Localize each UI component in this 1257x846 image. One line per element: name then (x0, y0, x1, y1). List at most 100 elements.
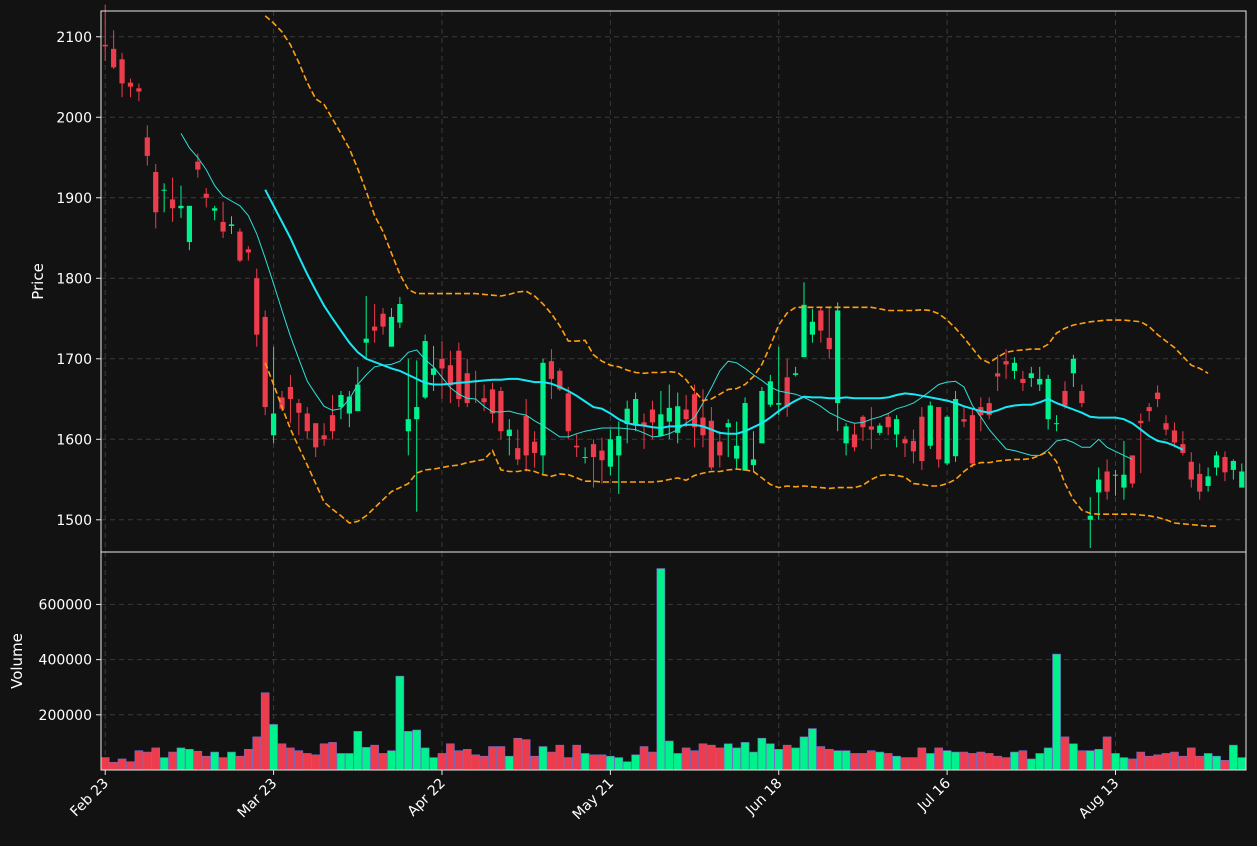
candle-body (245, 249, 251, 253)
candle-body (1154, 392, 1161, 400)
volume-bar (269, 724, 278, 771)
candle-body (818, 310, 824, 331)
candle-body (397, 304, 403, 323)
candle-body (540, 362, 546, 456)
volume-bar (429, 757, 438, 771)
candle-body (1079, 390, 1085, 404)
candle-body (228, 224, 235, 226)
volume-bar (580, 753, 590, 771)
volume-bar (361, 747, 371, 771)
candle-body (1020, 378, 1026, 383)
volume-bar (900, 757, 910, 771)
volume-bar (951, 751, 960, 771)
volume-bar (505, 755, 514, 771)
volume-bar (681, 747, 691, 771)
volume-bar (993, 755, 1002, 771)
candle-body (1003, 361, 1009, 365)
volume-bar (471, 754, 480, 771)
candle-body (919, 416, 925, 462)
volume-bar (850, 753, 859, 771)
candle-body (843, 426, 849, 444)
candle-body (868, 426, 874, 430)
price-tick-label: 2100 (56, 30, 92, 46)
candle-body (734, 445, 740, 459)
candle-body (750, 459, 757, 466)
candle-body (144, 137, 150, 156)
volume-tick-label: 200000 (39, 708, 92, 724)
volume-bar (370, 744, 379, 771)
volume-bar (774, 749, 784, 771)
volume-bar (1128, 758, 1137, 771)
candle-body (531, 441, 538, 453)
candle-body (893, 419, 900, 435)
volume-bar (614, 757, 624, 771)
candle-body (1146, 407, 1152, 412)
volume-bar (446, 743, 455, 771)
candle-body (767, 381, 773, 405)
candle-body (675, 406, 681, 433)
candle-body (262, 316, 268, 408)
volume-bar (547, 751, 556, 771)
volume-bar (387, 750, 396, 771)
volume-bar (968, 753, 977, 771)
volume-bar (732, 747, 741, 771)
candle-body (809, 321, 816, 335)
volume-bar (824, 749, 834, 771)
volume-bar (328, 742, 337, 771)
volume-bar (210, 751, 219, 771)
candle-body (338, 395, 344, 408)
volume-bar (319, 743, 329, 771)
volume-bar (218, 757, 228, 771)
candle-body (902, 439, 908, 444)
volume-bar (412, 729, 422, 771)
candle-body (666, 407, 672, 422)
volume-bar (1043, 747, 1053, 771)
volume-bar (1111, 753, 1120, 771)
volume-bar (1035, 753, 1045, 771)
volume-bar (521, 739, 531, 771)
candle-body (590, 444, 597, 458)
volume-bar (1069, 743, 1078, 771)
candle-body (910, 440, 917, 452)
volume-bar (1144, 755, 1154, 771)
volume-bar (1186, 747, 1196, 771)
candle-body (195, 161, 201, 170)
price-tick-label: 1700 (56, 352, 92, 368)
candle-body (961, 419, 967, 422)
candle-body (944, 416, 950, 464)
volume-bar (201, 755, 211, 771)
volume-bar (1010, 751, 1019, 771)
volume-bar (252, 736, 262, 771)
candle-body (1096, 479, 1102, 493)
candle-body (1062, 390, 1068, 406)
candle-body (742, 403, 748, 471)
volume-bar (168, 751, 177, 771)
candle-body (1087, 515, 1093, 520)
candle-body (936, 407, 942, 460)
candle-body (1129, 455, 1135, 484)
volume-bar (875, 751, 885, 771)
candle-body (1121, 474, 1127, 488)
candle-body (329, 415, 336, 432)
volume-bar (984, 753, 994, 771)
volume-bar (648, 751, 657, 771)
volume-bar (159, 757, 169, 771)
volume-bar (917, 747, 927, 771)
candle-body (178, 205, 184, 209)
candle-body (1070, 358, 1077, 374)
candle-body (1163, 423, 1169, 430)
candle-body (599, 450, 605, 461)
volume-bar (1203, 753, 1213, 771)
candle-body (447, 365, 454, 386)
candle-body (515, 448, 521, 460)
candle-body (877, 425, 883, 433)
volume-bar (1052, 653, 1061, 771)
candle-body (456, 350, 462, 400)
volume-bar (791, 747, 800, 771)
volume-bar (479, 755, 489, 771)
volume-bar (622, 761, 632, 771)
volume-bar (631, 754, 640, 771)
candle-body (313, 423, 319, 448)
volume-bar (1161, 753, 1171, 771)
volume-bar (1094, 749, 1103, 771)
